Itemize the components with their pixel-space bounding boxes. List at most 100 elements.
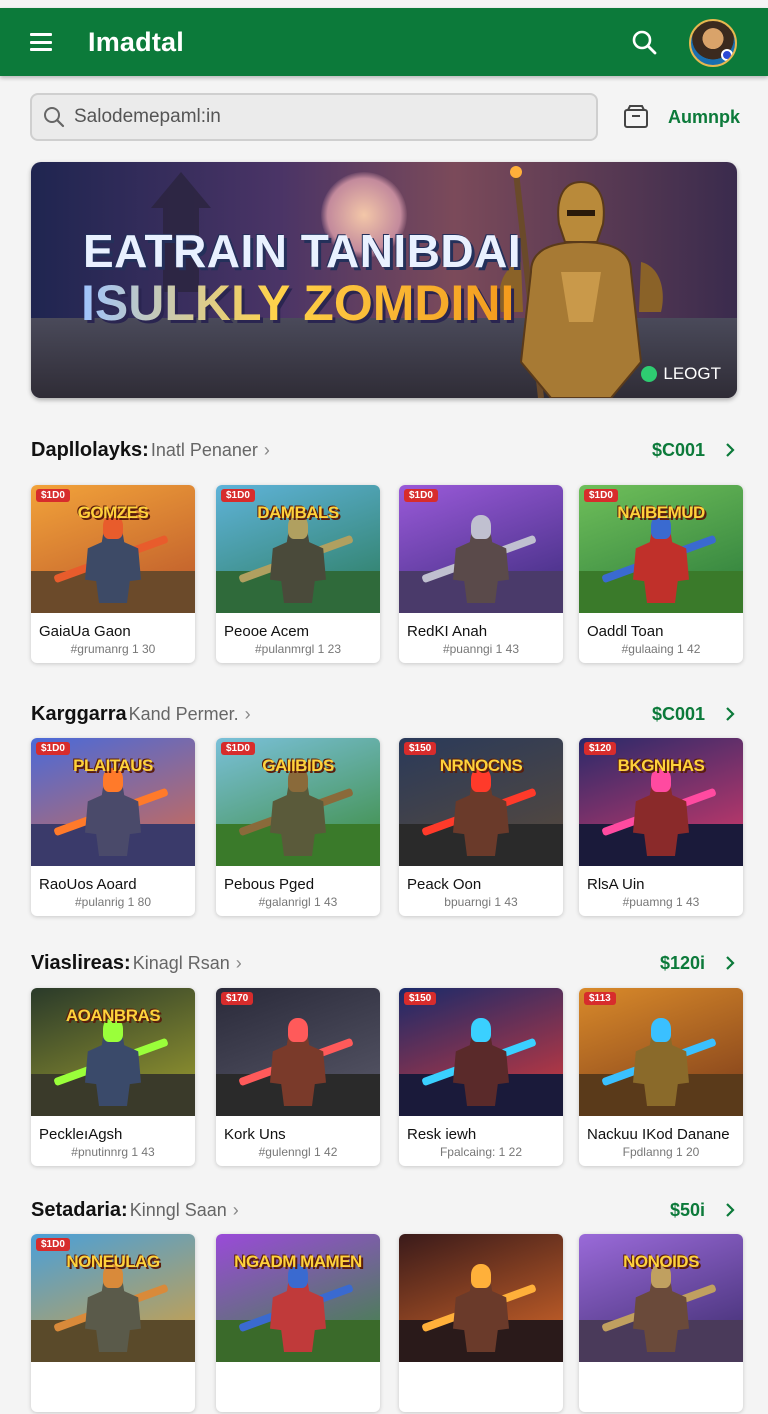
section-subtitle: Kand Permer. (128, 703, 239, 724)
game-card[interactable]: $113 Nackuu IKod Danane Fpdlanng 1 20 (579, 988, 743, 1166)
section-price[interactable]: $C001 (652, 440, 705, 461)
art-logo-text: PLAITAUS (73, 756, 153, 775)
cart-icon[interactable] (623, 105, 649, 129)
art-logo-text: NONEULAG (66, 1252, 160, 1271)
game-card[interactable]: GOMZES $1D0 GaiaUa Gaon #grumanrg 1 30 (31, 485, 195, 663)
banner-brand-label: LEOGT (663, 364, 721, 383)
game-art-image: $150 (399, 988, 563, 1116)
price-tag-badge: $1D0 (36, 489, 70, 502)
status-bar (0, 0, 768, 8)
banner-headline: EATRAIN TANIBDAI (83, 225, 522, 277)
game-title: Nackuu IKod Danane (587, 1126, 730, 1143)
search-icon[interactable] (631, 29, 657, 55)
game-title: Oaddl Toan (587, 623, 664, 640)
game-card[interactable] (399, 1234, 563, 1412)
game-title: Peack Oon (407, 876, 482, 893)
price-tag-badge: $1D0 (221, 742, 255, 755)
section-header[interactable]: Dapllolayks: Inatl Penaner › $C001 (31, 435, 737, 465)
section-title: Setadaria: (31, 1198, 128, 1221)
section-header[interactable]: Karggarra Kand Permer. › $C001 (31, 699, 737, 729)
game-card[interactable]: NONEULAG $1D0 (31, 1234, 195, 1412)
price-tag-badge: $1D0 (221, 489, 255, 502)
game-meta: bpuarngi 1 43 (444, 895, 518, 909)
chevron-right-small-icon: › (263, 439, 270, 460)
art-logo-text: NONOIDS (623, 1252, 699, 1271)
game-card[interactable]: PLAITAUS $1D0 RaoUos Aoard #pulanrig 1 80 (31, 738, 195, 916)
game-title: PeckleıAgsh (39, 1126, 123, 1143)
game-card[interactable]: GAIIBIDS $1D0 Pebous Pged #galanrigl 1 43 (216, 738, 380, 916)
game-card[interactable]: BKGNIHAS $120 RlsA Uin #puamng 1 43 (579, 738, 743, 916)
game-card[interactable]: $170 Kork Uns #gulenngl 1 42 (216, 988, 380, 1166)
section-header[interactable]: Setadaria: Kinngl Saan › $50i (31, 1195, 737, 1225)
brand-logo-icon (641, 366, 658, 382)
game-card[interactable]: DAMBALS $1D0 Peooe Acem #pulanmrgl 1 23 (216, 485, 380, 663)
art-helmet (471, 515, 491, 539)
game-art-image: $1D0 (399, 485, 563, 613)
price-tag-badge: $150 (404, 742, 437, 755)
card-row: NONEULAG $1D0 NGADM MAMEN NONOIDS (31, 1234, 743, 1414)
game-meta: #pnutinnrg 1 43 (71, 1145, 155, 1159)
game-art-image: GOMZES $1D0 (31, 485, 195, 613)
game-card[interactable]: NAIBEMUD $1D0 Oaddl Toan #gulaaing 1 42 (579, 485, 743, 663)
chevron-right-icon[interactable] (723, 1203, 737, 1217)
card-row: PLAITAUS $1D0 RaoUos Aoard #pulanrig 1 80 GA… (31, 738, 743, 918)
chevron-right-icon[interactable] (723, 707, 737, 721)
game-meta: #pulanrig 1 80 (74, 895, 152, 909)
section-price[interactable]: $120i (660, 953, 705, 974)
chevron-right-small-icon: › (235, 952, 242, 973)
price-tag-badge: $170 (221, 992, 254, 1005)
section-subtitle: Kinagl Rsan (132, 952, 230, 973)
game-art-image: GAIIBIDS $1D0 (216, 738, 380, 866)
game-meta: #grumanrg 1 30 (70, 642, 156, 656)
game-art-image: DAMBALS $1D0 (216, 485, 380, 613)
hero-banner[interactable]: EATRAIN TANIBDAI ISULKLY ZOMDINI LEOGT (31, 162, 737, 398)
section-title: Dapllolayks: (31, 438, 149, 461)
price-tag-badge: $150 (404, 992, 437, 1005)
avatar[interactable] (689, 19, 737, 67)
chevron-right-icon[interactable] (723, 443, 737, 457)
section-header[interactable]: Viaslireas: Kinagl Rsan › $120i (31, 948, 737, 978)
game-card[interactable]: $1D0 RedKI Anah #puanngi 1 43 (399, 485, 563, 663)
art-helmet (651, 1018, 671, 1042)
art-logo-text: GOMZES (77, 503, 149, 522)
game-art-image: AOANBRAS (31, 988, 195, 1116)
art-logo-text: DAMBALS (257, 503, 339, 522)
game-title: Kork Uns (224, 1126, 286, 1143)
art-logo-text: GAIIBIDS (262, 756, 334, 775)
section-price[interactable]: $C001 (652, 704, 705, 725)
game-card[interactable]: AOANBRAS PeckleıAgsh #pnutinnrg 1 43 (31, 988, 195, 1166)
section-price[interactable]: $50i (670, 1200, 705, 1221)
game-card[interactable]: NONOIDS (579, 1234, 743, 1412)
game-art-image: NGADM MAMEN (216, 1234, 380, 1362)
game-meta: #puanngi 1 43 (442, 642, 520, 656)
game-card[interactable]: $150 Resk iewh Fpalcaing: 1 22 (399, 988, 563, 1166)
art-logo-text: AOANBRAS (65, 1006, 161, 1025)
chevron-right-icon[interactable] (723, 956, 737, 970)
game-title: GaiaUa Gaon (39, 623, 131, 640)
art-logo-text: BKGNIHAS (617, 756, 705, 775)
card-row: AOANBRAS PeckleıAgsh #pnutinnrg 1 43 $170 Ko… (31, 988, 743, 1168)
art-logo-text: NGADM MAMEN (234, 1252, 362, 1271)
game-art-image: NAIBEMUD $1D0 (579, 485, 743, 613)
search-box[interactable] (30, 93, 598, 141)
search-input[interactable] (74, 106, 554, 128)
art-helmet (471, 1018, 491, 1042)
section-subtitle: Inatl Penaner (150, 439, 258, 460)
search-field-icon (44, 107, 65, 128)
art-helmet (471, 1264, 491, 1288)
game-card[interactable]: NRNOCNS $150 Peack Oon bpuarngi 1 43 (399, 738, 563, 916)
art-logo-text: NRNOCNS (439, 756, 523, 775)
price-tag-badge: $1D0 (584, 489, 618, 502)
chevron-right-small-icon: › (232, 1199, 239, 1220)
art-logo-text: NAIBEMUD (617, 503, 705, 522)
game-meta: #galanrigl 1 43 (258, 895, 338, 909)
avatar-status-badge (721, 49, 733, 61)
chevron-right-small-icon: › (244, 703, 251, 724)
header-action-link[interactable]: Aumnpk (668, 107, 740, 128)
game-meta: Fpdlanng 1 20 (622, 1145, 700, 1159)
game-card[interactable]: NGADM MAMEN (216, 1234, 380, 1412)
banner-brand: LEOGT (641, 364, 721, 384)
menu-icon[interactable] (30, 33, 52, 51)
search-row: Aumnpk (30, 93, 740, 141)
game-art-image: NONOIDS (579, 1234, 743, 1362)
